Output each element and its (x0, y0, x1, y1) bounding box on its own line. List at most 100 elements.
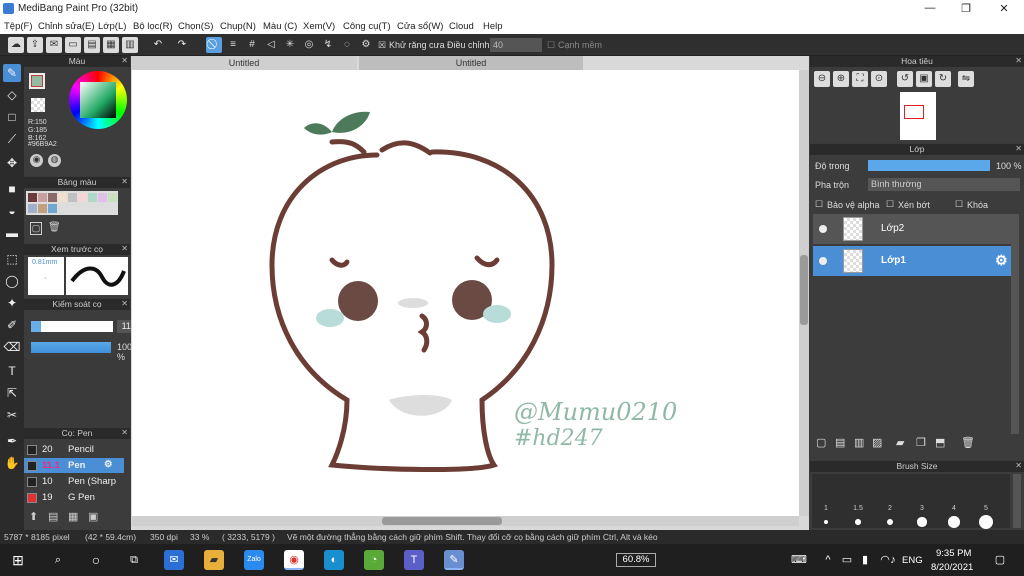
palette-swatch[interactable] (108, 193, 117, 202)
delete-palette-icon[interactable]: 🗑 (48, 222, 61, 235)
reset-view-icon[interactable]: ▣ (916, 71, 932, 87)
divide-icon[interactable]: ✂ (3, 406, 21, 424)
bucket-icon[interactable]: ◒ (3, 202, 21, 220)
clock-time[interactable]: 9:35 PM (936, 548, 971, 559)
brush-item-pencil[interactable]: 20 Pencil (24, 442, 124, 457)
add-palette-icon[interactable]: ▢ (30, 222, 42, 235)
cortana-icon[interactable]: ○ (86, 550, 106, 570)
file-explorer-icon[interactable]: ▰ (204, 550, 224, 570)
layer-item-lop1[interactable]: Lớp1 ⚙ (813, 246, 1011, 276)
tab-untitled-1[interactable]: Untitled (131, 56, 357, 70)
volume-icon[interactable]: ♪ (886, 550, 900, 570)
menu-file[interactable]: Tệp(F) (4, 21, 33, 32)
blend-mode-select[interactable]: Bình thường (868, 178, 1020, 191)
palette-swatch[interactable] (48, 193, 57, 202)
color-mix-icon[interactable]: ◍ (48, 154, 61, 167)
menu-layer[interactable]: Lớp(L) (98, 21, 126, 32)
language-indicator[interactable]: ENG (902, 555, 923, 566)
menu-filter[interactable]: Bộ lọc(R) (133, 21, 173, 32)
brush-size-2[interactable]: 2 (880, 505, 900, 512)
lock-checkbox[interactable]: ☐ (955, 199, 963, 210)
brush-size-4[interactable]: 4 (944, 505, 964, 512)
brush-size-5[interactable]: 5 (976, 505, 996, 512)
antialias-checkbox[interactable]: ☒ (378, 40, 386, 51)
save-icon[interactable]: ▦ (103, 37, 119, 53)
share-icon[interactable]: ⇪ (27, 37, 43, 53)
brush-size-1-5[interactable]: 1.5 (848, 505, 868, 512)
brush-menu-icon[interactable]: ▤ (48, 510, 58, 523)
mail-icon[interactable]: ✉ (164, 550, 184, 570)
select-eraser-icon[interactable]: ⌫ (3, 338, 21, 356)
parallel-snap-icon[interactable]: ≡ (225, 37, 241, 53)
palette-swatch[interactable] (48, 204, 57, 213)
menu-select[interactable]: Chọn(S) (178, 21, 213, 32)
panel-close-icon[interactable]: ✕ (1015, 461, 1022, 470)
lasso-icon[interactable]: ◯ (3, 272, 21, 290)
cross-snap-icon[interactable]: # (244, 37, 260, 53)
panel-close-icon[interactable]: ✕ (121, 244, 128, 253)
panel-close-icon[interactable]: ✕ (121, 299, 128, 308)
palette-swatch[interactable] (78, 193, 87, 202)
palette-swatch[interactable] (98, 193, 107, 202)
operation-icon[interactable]: ⇱ (3, 384, 21, 402)
menu-help[interactable]: Help (483, 21, 503, 32)
undo-icon[interactable]: ↶ (150, 37, 166, 53)
eye-icon[interactable] (819, 257, 827, 265)
panel-close-icon[interactable]: ✕ (1015, 144, 1022, 153)
chrome-icon[interactable]: ◉ (284, 550, 304, 570)
foreground-swatch[interactable] (29, 73, 45, 89)
palette-swatch[interactable] (38, 204, 47, 213)
circle-snap-icon[interactable]: ◎ (301, 37, 317, 53)
brush-icon[interactable]: ✎ (3, 64, 21, 82)
tray-chevron-icon[interactable]: ^ (822, 550, 834, 570)
brush-size-scrollbar[interactable] (1013, 474, 1021, 528)
windows-start-icon[interactable]: ⊞ (8, 550, 28, 570)
minimize-button[interactable]: — (923, 2, 937, 16)
color-wheel[interactable] (69, 71, 127, 129)
redo-icon[interactable]: ↷ (174, 37, 190, 53)
palette-swatch[interactable] (28, 193, 37, 202)
palette-swatch[interactable] (58, 193, 67, 202)
gear-icon[interactable]: ⚙ (995, 252, 1008, 269)
protect-alpha-checkbox[interactable]: ☐ (815, 199, 823, 210)
brush-item-g-pen[interactable]: 19 G Pen (24, 490, 124, 505)
new-layer-icon[interactable]: ▢ (816, 436, 826, 449)
edge-checkbox[interactable]: ☐ (547, 40, 555, 51)
new-8bit-layer-icon[interactable]: ▥ (854, 436, 864, 449)
palette-grid[interactable] (26, 191, 118, 215)
vanishing-snap-icon[interactable]: ◁ (263, 37, 279, 53)
layer-opacity-slider[interactable] (868, 160, 990, 171)
duplicate-layer-icon[interactable]: ❐ (916, 436, 926, 449)
hand-icon[interactable]: ✋ (3, 454, 21, 472)
size-slider[interactable] (31, 321, 113, 332)
correction-select[interactable]: 40 (490, 38, 542, 52)
fit-icon[interactable]: ⛶ (852, 71, 868, 87)
notification-icon[interactable]: ▢ (990, 550, 1010, 570)
menu-view[interactable]: Xem(V) (303, 21, 335, 32)
document-icon[interactable]: ▤ (84, 37, 100, 53)
close-button[interactable]: ✕ (997, 2, 1011, 16)
layer-scrollbar[interactable] (1011, 214, 1019, 434)
brush-list-icon[interactable]: ▦ (68, 510, 78, 523)
gradient-icon[interactable]: ▬ (3, 224, 21, 242)
brush-size-grid[interactable]: 1 1.5 2 3 4 5 (812, 474, 1010, 529)
rotate-right-icon[interactable]: ↻ (935, 71, 951, 87)
zoom-in-icon[interactable]: ⊕ (833, 71, 849, 87)
battery-indicator[interactable]: 60.8% (616, 553, 656, 567)
vertical-scrollbar[interactable] (799, 70, 809, 516)
edge-icon[interactable]: ◐ (324, 550, 344, 570)
battery-icon[interactable]: ▮ (858, 550, 872, 570)
clip-checkbox[interactable]: ☐ (886, 199, 894, 210)
rotate-left-icon[interactable]: ↺ (897, 71, 913, 87)
panel-close-icon[interactable]: ✕ (121, 177, 128, 186)
keyboard-icon[interactable]: ⌨ (788, 550, 810, 570)
eyedropper-icon[interactable]: ✒ (3, 432, 21, 450)
palette-swatch[interactable] (68, 193, 77, 202)
snap-settings-icon[interactable]: ⚙ (358, 37, 374, 53)
task-view-icon[interactable]: ⧉ (124, 550, 144, 570)
brush-settings-icon[interactable]: ▣ (88, 510, 98, 523)
menu-capture[interactable]: Chụp(N) (220, 21, 256, 32)
eraser-icon[interactable]: ◇ (3, 86, 21, 104)
gear-icon[interactable]: ⚙ (104, 459, 113, 470)
panel-close-icon[interactable]: ✕ (1015, 56, 1022, 65)
